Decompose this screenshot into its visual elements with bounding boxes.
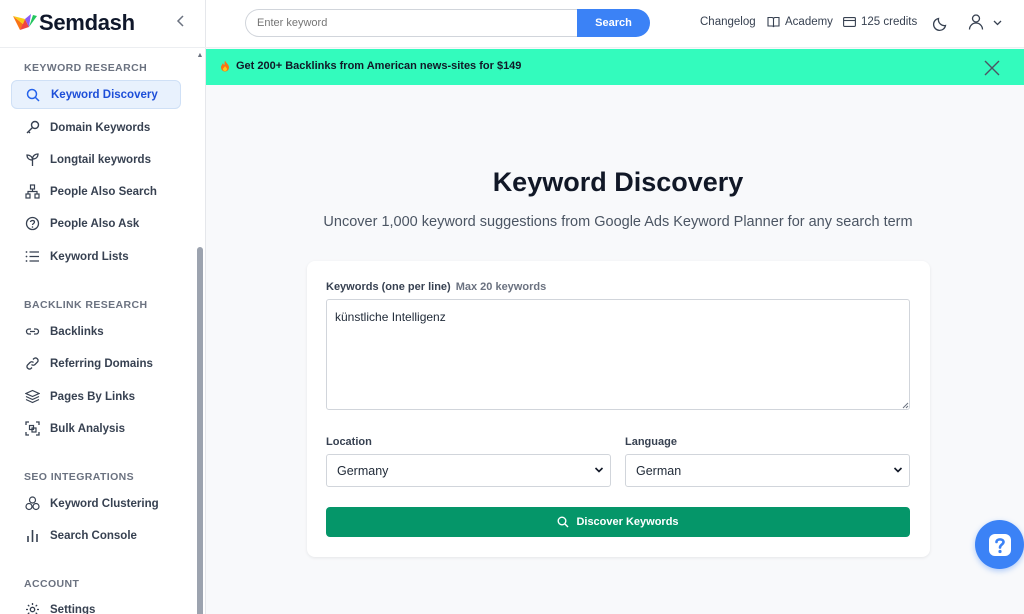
topbar: Search Changelog Academy 125 credits: [206, 0, 1024, 48]
sidebar-item-label: People Also Ask: [50, 217, 140, 230]
sidebar-scroll-thumb[interactable]: [197, 247, 203, 614]
question-circle-icon: [24, 216, 40, 232]
scroll-up-arrow-icon[interactable]: ▲: [196, 52, 204, 60]
credits-label: 125 credits: [861, 16, 918, 28]
sidebar-item-label: Backlinks: [50, 325, 104, 338]
chevron-down-icon: [594, 467, 604, 473]
language-value: German: [636, 463, 682, 478]
sidebar-item-label: Domain Keywords: [50, 121, 151, 134]
keywords-hint: Max 20 keywords: [455, 281, 547, 293]
section-backlink-research: BACKLINK RESEARCH: [24, 299, 148, 311]
sidebar-item-label: Pages By Links: [50, 390, 136, 403]
language-label: Language: [625, 436, 677, 448]
sidebar-item-longtail-keywords[interactable]: Longtail keywords: [11, 145, 181, 174]
keyword-discovery-form: Keywords (one per line) Max 20 keywords k…: [307, 261, 930, 557]
scan-icon: [24, 421, 40, 437]
sidebar-item-label: Bulk Analysis: [50, 422, 125, 435]
sidebar-item-label: Keyword Discovery: [51, 88, 158, 101]
resize-handle-icon[interactable]: [901, 401, 909, 409]
top-search: Search: [245, 9, 650, 37]
sprout-icon: [24, 152, 40, 168]
chevron-left-icon: [176, 15, 184, 27]
sidebar-item-pages-by-links[interactable]: Pages By Links: [11, 382, 181, 411]
semdash-logo-icon: [13, 14, 37, 30]
changelog-label: Changelog: [700, 16, 756, 28]
section-keyword-research: KEYWORD RESEARCH: [24, 62, 148, 74]
banner-text: Get 200+ Backlinks from American news-si…: [236, 60, 522, 72]
search-input[interactable]: [245, 9, 580, 37]
language-select[interactable]: German: [625, 454, 910, 487]
gear-icon: [24, 602, 40, 614]
sidebar-item-keyword-discovery[interactable]: Keyword Discovery: [11, 80, 181, 109]
book-icon: [767, 16, 780, 28]
sidebar-item-bulk-analysis[interactable]: Bulk Analysis: [11, 414, 181, 443]
brand-name: Semdash: [39, 10, 135, 35]
chain-icon: [24, 356, 40, 372]
credit-card-icon: [843, 17, 856, 27]
sidebar-item-settings[interactable]: Settings: [11, 595, 181, 614]
search-button[interactable]: Search: [577, 9, 650, 37]
discover-keywords-label: Discover Keywords: [576, 516, 679, 528]
question-chat-icon: [988, 533, 1011, 556]
location-label: Location: [326, 436, 372, 448]
sidebar: Semdash KEYWORD RESEARCH Keyword Discove…: [0, 0, 206, 614]
credits-indicator[interactable]: 125 credits: [843, 16, 917, 28]
sidebar-item-referring-domains[interactable]: Referring Domains: [11, 349, 181, 378]
sidebar-item-label: Search Console: [50, 529, 137, 542]
banner-message[interactable]: Get 200+ Backlinks from American news-si…: [220, 60, 521, 72]
discover-keywords-button[interactable]: Discover Keywords: [326, 507, 910, 537]
cluster-icon: [24, 496, 40, 512]
collapse-sidebar-button[interactable]: [173, 14, 189, 32]
layers-icon: [24, 389, 40, 405]
brand-header: Semdash: [0, 0, 206, 48]
location-value: Germany: [337, 463, 389, 478]
moon-icon[interactable]: [932, 14, 950, 32]
sidebar-item-domain-keywords[interactable]: Domain Keywords: [11, 113, 181, 142]
academy-link[interactable]: Academy: [767, 16, 833, 28]
sidebar-scrollbar[interactable]: ▲: [195, 52, 205, 614]
keywords-textarea[interactable]: künstliche Intelligenz: [326, 299, 910, 410]
list-icon: [24, 249, 40, 265]
sidebar-item-people-also-search[interactable]: People Also Search: [11, 177, 181, 206]
section-account: ACCOUNT: [24, 578, 80, 590]
promo-banner: Get 200+ Backlinks from American news-si…: [206, 49, 1024, 85]
sidebar-item-label: Keyword Lists: [50, 250, 129, 263]
user-icon: [968, 14, 984, 30]
link-icon: [24, 324, 40, 340]
search-icon: [25, 87, 41, 103]
sidebar-nav: KEYWORD RESEARCH Keyword Discovery Domai…: [0, 48, 196, 614]
network-icon: [24, 184, 40, 200]
location-select[interactable]: Germany: [326, 454, 611, 487]
sidebar-item-label: Settings: [50, 603, 96, 614]
sidebar-item-label: Keyword Clustering: [50, 497, 159, 510]
fire-icon: [221, 60, 229, 72]
user-menu[interactable]: [968, 13, 1006, 33]
changelog-link[interactable]: Changelog: [700, 16, 756, 28]
sidebar-item-search-console[interactable]: Search Console: [11, 521, 181, 550]
sidebar-item-label: Longtail keywords: [50, 153, 151, 166]
sidebar-item-backlinks[interactable]: Backlinks: [11, 317, 181, 346]
page-subtitle: Uncover 1,000 keyword suggestions from G…: [323, 214, 913, 230]
sidebar-item-people-also-ask[interactable]: People Also Ask: [11, 209, 181, 238]
keywords-label-text: Keywords (one per line): [326, 281, 451, 293]
bar-chart-icon: [24, 528, 40, 544]
search-icon: [557, 516, 569, 528]
help-chat-button[interactable]: [975, 520, 1024, 569]
key-icon: [24, 120, 40, 136]
sidebar-item-label: People Also Search: [50, 185, 157, 198]
close-icon[interactable]: [984, 60, 1000, 76]
chevron-down-icon: [893, 467, 903, 473]
chevron-down-icon: [993, 20, 1002, 26]
sidebar-item-keyword-lists[interactable]: Keyword Lists: [11, 242, 181, 271]
keywords-label: Keywords (one per line) Max 20 keywords: [326, 281, 546, 293]
sidebar-item-keyword-clustering[interactable]: Keyword Clustering: [11, 489, 181, 518]
academy-label: Academy: [785, 16, 833, 28]
sidebar-item-label: Referring Domains: [50, 357, 153, 370]
section-seo-integrations: SEO INTEGRATIONS: [24, 471, 135, 483]
page-title: Keyword Discovery: [492, 167, 744, 197]
